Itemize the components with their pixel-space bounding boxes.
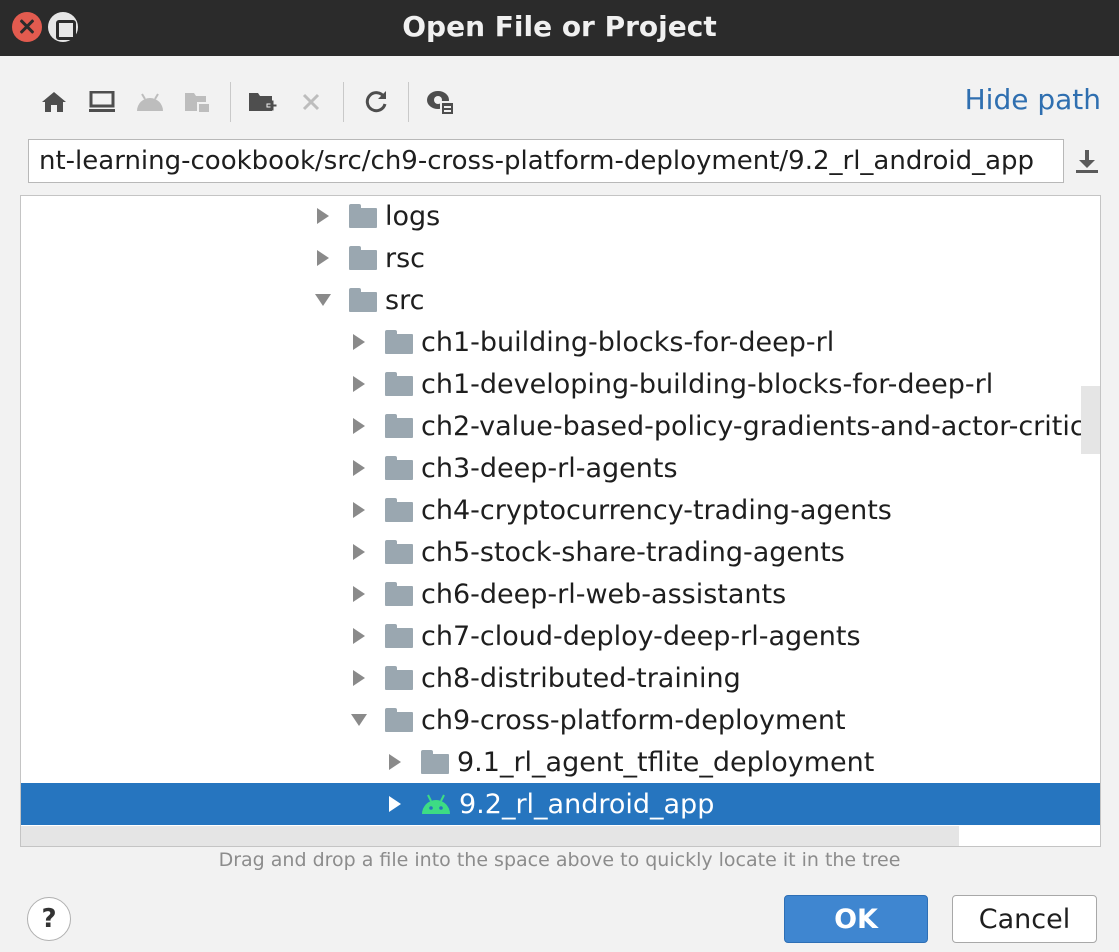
hide-path-link[interactable]: Hide path (965, 83, 1101, 116)
tree-row-label: ch1-building-blocks-for-deep-rl (421, 326, 835, 358)
tree-row-label: src (385, 284, 425, 316)
android-sdk-button[interactable] (126, 80, 174, 124)
tree-row-label: ch4-cryptocurrency-trading-agents (421, 494, 892, 526)
tree-row[interactable]: ch6-deep-rl-web-assistants (21, 573, 1100, 615)
cancel-button[interactable]: Cancel (952, 895, 1097, 943)
desktop-icon (89, 91, 115, 112)
folder-icon (385, 708, 413, 732)
expand-arrow-icon[interactable] (349, 500, 369, 520)
toolbar-separator (408, 82, 409, 122)
tree-row-label: ch6-deep-rl-web-assistants (421, 578, 787, 610)
folder-icon (385, 582, 413, 606)
collapse-arrow-icon[interactable] (313, 290, 333, 310)
tree-row[interactable]: ch5-stock-share-trading-agents (21, 531, 1100, 573)
tree-row[interactable]: ch8-distributed-training (21, 657, 1100, 699)
folder-icon (385, 456, 413, 480)
tree-row-label: ch8-distributed-training (421, 662, 741, 694)
horizontal-scrollbar[interactable] (21, 826, 959, 846)
new-folder-icon (249, 93, 278, 111)
refresh-button[interactable] (352, 80, 400, 124)
delete-button[interactable] (287, 80, 335, 124)
tree-row[interactable]: ch7-cloud-deploy-deep-rl-agents (21, 615, 1100, 657)
refresh-icon (365, 91, 387, 113)
tree-row[interactable]: 9.2_rl_android_app (21, 783, 1100, 825)
folder-icon (385, 414, 413, 438)
home-icon (42, 92, 66, 112)
module-folder-icon (185, 93, 211, 114)
tree-row-label: ch9-cross-platform-deployment (421, 704, 846, 736)
window-title: Open File or Project (402, 10, 717, 43)
expand-arrow-icon[interactable] (349, 542, 369, 562)
tree-row-label: 9.1_rl_agent_tflite_deployment (457, 746, 875, 778)
expand-arrow-icon[interactable] (313, 248, 333, 268)
tree-row[interactable]: src (21, 279, 1100, 321)
toolbar-separator (230, 82, 231, 122)
toolbar (30, 80, 465, 124)
android-icon (137, 93, 163, 111)
vertical-scrollbar[interactable] (1081, 386, 1100, 454)
toolbar-separator (343, 82, 344, 122)
folder-icon (349, 204, 377, 228)
expand-arrow-icon[interactable] (349, 626, 369, 646)
module-folder-button[interactable] (174, 80, 222, 124)
delete-icon (302, 93, 320, 111)
tree-row[interactable]: rsc (21, 237, 1100, 279)
expand-arrow-icon[interactable] (349, 668, 369, 688)
path-field[interactable] (28, 139, 1064, 183)
tree-row[interactable]: ch4-cryptocurrency-trading-agents (21, 489, 1100, 531)
tree-row-label: rsc (385, 242, 426, 274)
download-icon (1076, 150, 1098, 173)
folder-icon (421, 750, 449, 774)
expand-arrow-icon[interactable] (349, 374, 369, 394)
expand-arrow-icon[interactable] (349, 332, 369, 352)
drag-drop-hint: Drag and drop a file into the space abov… (218, 849, 901, 871)
new-folder-button[interactable] (239, 80, 287, 124)
file-tree[interactable]: logs rsc src ch1-building-blocks-for-deep-r… (20, 195, 1101, 847)
show-hidden-icon (427, 91, 455, 116)
path-input[interactable] (29, 140, 1063, 182)
tree-row-label: ch1-developing-building-blocks-for-deep-… (421, 368, 994, 400)
ok-button[interactable]: OK (784, 895, 928, 943)
help-button[interactable]: ? (27, 897, 71, 941)
tree-row-label: 9.2_rl_android_app (459, 788, 715, 820)
tree-row[interactable]: ch2-value-based-policy-gradients-and-act… (21, 405, 1100, 447)
expand-arrow-icon[interactable] (385, 794, 405, 814)
folder-icon (385, 540, 413, 564)
tree-row-label: ch3-deep-rl-agents (421, 452, 678, 484)
show-hidden-button[interactable] (417, 80, 465, 124)
expand-arrow-icon[interactable] (313, 206, 333, 226)
folder-icon (349, 246, 377, 270)
expand-arrow-icon[interactable] (349, 416, 369, 436)
folder-icon (385, 666, 413, 690)
android-icon (421, 792, 451, 816)
desktop-button[interactable] (78, 80, 126, 124)
expand-arrow-icon[interactable] (349, 584, 369, 604)
folder-icon (349, 288, 377, 312)
expand-arrow-icon[interactable] (349, 458, 369, 478)
folder-icon (385, 624, 413, 648)
home-button[interactable] (30, 80, 78, 124)
tree-row-label: ch2-value-based-policy-gradients-and-act… (421, 410, 1101, 442)
tree-row[interactable]: ch1-building-blocks-for-deep-rl (21, 321, 1100, 363)
tree-row-label: ch7-cloud-deploy-deep-rl-agents (421, 620, 861, 652)
tree-row[interactable]: ch1-developing-building-blocks-for-deep-… (21, 363, 1100, 405)
download-path-button[interactable] (1070, 143, 1104, 179)
tree-row-label: logs (385, 200, 441, 232)
folder-icon (385, 372, 413, 396)
tree-row[interactable]: 9.1_rl_agent_tflite_deployment (21, 741, 1100, 783)
tree-row[interactable]: ch9-cross-platform-deployment (21, 699, 1100, 741)
expand-arrow-icon[interactable] (385, 752, 405, 772)
tree-row[interactable]: logs (21, 196, 1100, 237)
title-bar: Open File or Project (0, 0, 1119, 56)
folder-icon (385, 330, 413, 354)
tree-row[interactable]: ch3-deep-rl-agents (21, 447, 1100, 489)
folder-icon (385, 498, 413, 522)
tree-row-label: ch5-stock-share-trading-agents (421, 536, 845, 568)
collapse-arrow-icon[interactable] (349, 710, 369, 730)
